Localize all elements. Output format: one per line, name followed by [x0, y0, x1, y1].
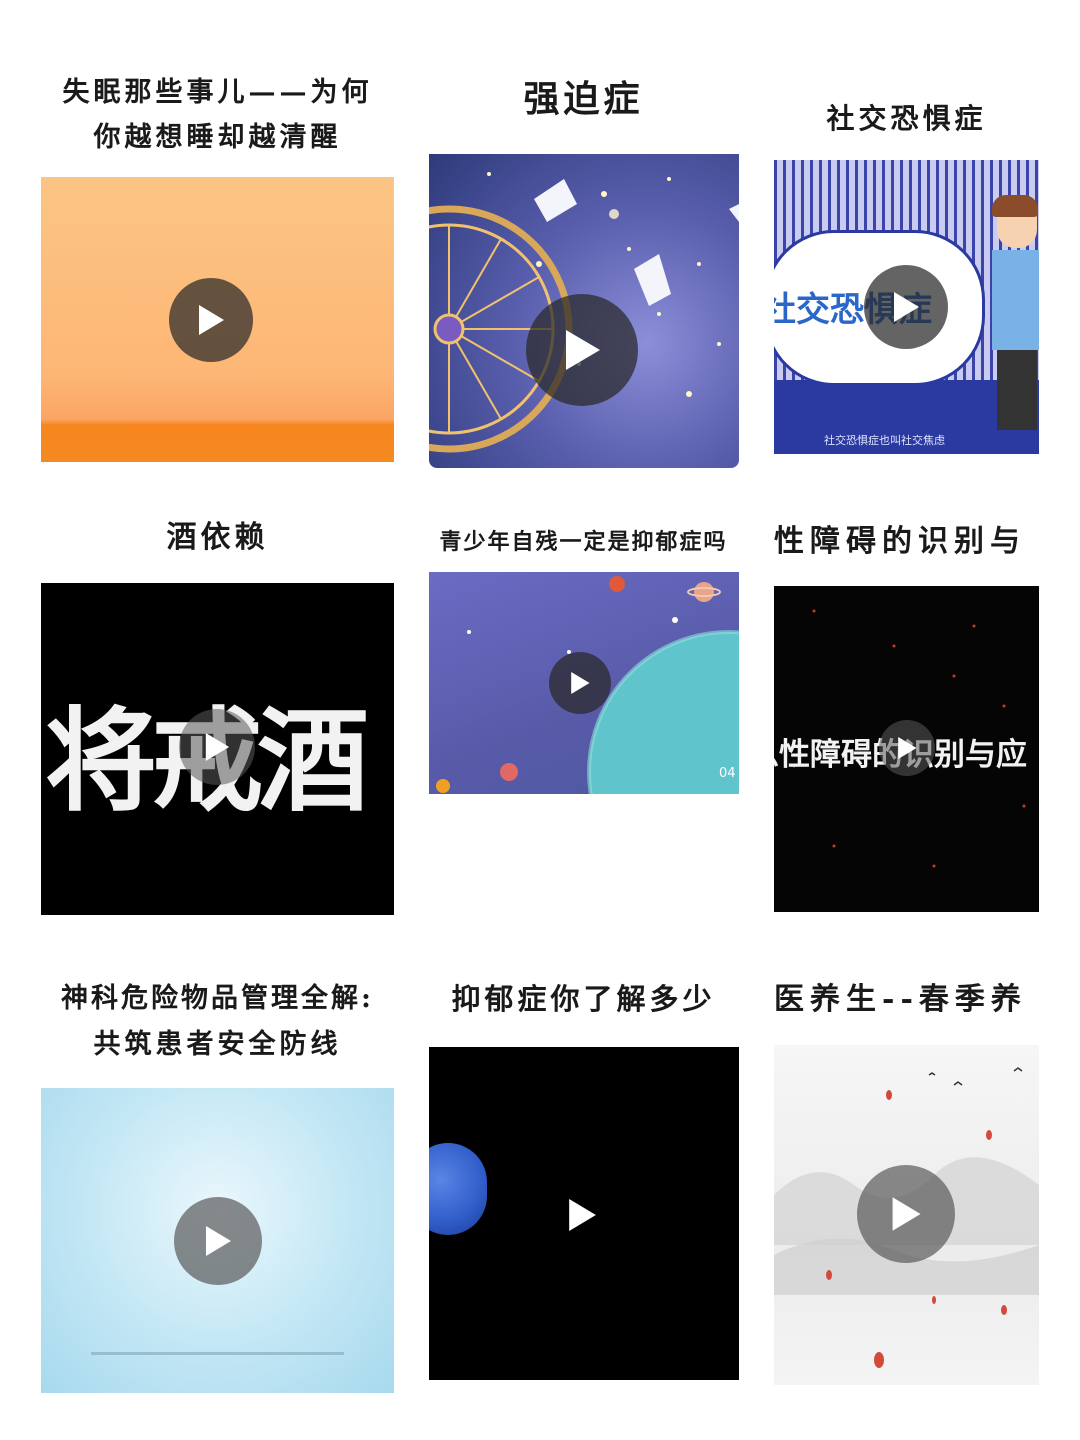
video-title: 抑郁症你了解多少 — [451, 982, 716, 1016]
play-icon — [205, 733, 230, 761]
play-button[interactable] — [857, 1165, 955, 1263]
video-title: 你越想睡却越清醒 — [93, 122, 342, 153]
horizon-line — [91, 1352, 344, 1355]
play-icon — [199, 305, 224, 335]
play-button[interactable] — [174, 1197, 262, 1285]
video-title: 失眠那些事儿——为何 — [62, 77, 373, 108]
play-button[interactable] — [550, 1183, 614, 1247]
video-caption: 社交恐惧症也叫社交焦虑 — [824, 434, 945, 447]
video-thumbnail[interactable] — [429, 154, 739, 468]
play-button[interactable] — [549, 652, 611, 714]
video-title: 强迫症 — [523, 78, 644, 120]
video-thumbnail[interactable] — [774, 1045, 1039, 1385]
play-icon — [206, 1226, 231, 1256]
play-button[interactable] — [526, 294, 638, 406]
play-icon — [571, 672, 590, 694]
video-thumbnail[interactable]: 急性障碍的识别与应 — [774, 586, 1039, 912]
play-button[interactable] — [864, 265, 948, 349]
play-icon — [566, 330, 600, 370]
video-timestamp: 04 — [719, 766, 736, 781]
video-thumbnail[interactable]: 04 — [429, 572, 739, 794]
blue-cloud — [429, 1143, 487, 1235]
cartoon-man — [992, 195, 1039, 440]
video-thumbnail[interactable]: 将戒酒 — [41, 583, 394, 915]
play-button[interactable] — [879, 720, 935, 776]
video-thumbnail[interactable] — [41, 1088, 394, 1393]
video-title: 医养生--春季养 — [774, 982, 1027, 1017]
video-title: 酒依赖 — [166, 520, 269, 555]
video-thumbnail[interactable] — [429, 1047, 739, 1380]
video-thumbnail[interactable]: 社交恐惧症 社交恐惧症也叫社交焦虑 — [774, 160, 1039, 454]
video-title: 青少年自残一定是抑郁症吗 — [439, 529, 728, 555]
play-icon — [898, 737, 917, 759]
video-title: 社交恐惧症 — [826, 102, 987, 135]
video-thumbnail[interactable] — [41, 177, 394, 462]
video-title: 共筑患者安全防线 — [93, 1029, 342, 1060]
play-icon — [569, 1199, 596, 1231]
play-button[interactable] — [179, 709, 255, 785]
video-title: 性障碍的识别与 — [774, 524, 1026, 559]
play-icon — [892, 1197, 921, 1231]
play-icon — [894, 292, 919, 322]
video-title: 神科危险物品管理全解: — [61, 983, 374, 1014]
play-button[interactable] — [169, 278, 253, 362]
